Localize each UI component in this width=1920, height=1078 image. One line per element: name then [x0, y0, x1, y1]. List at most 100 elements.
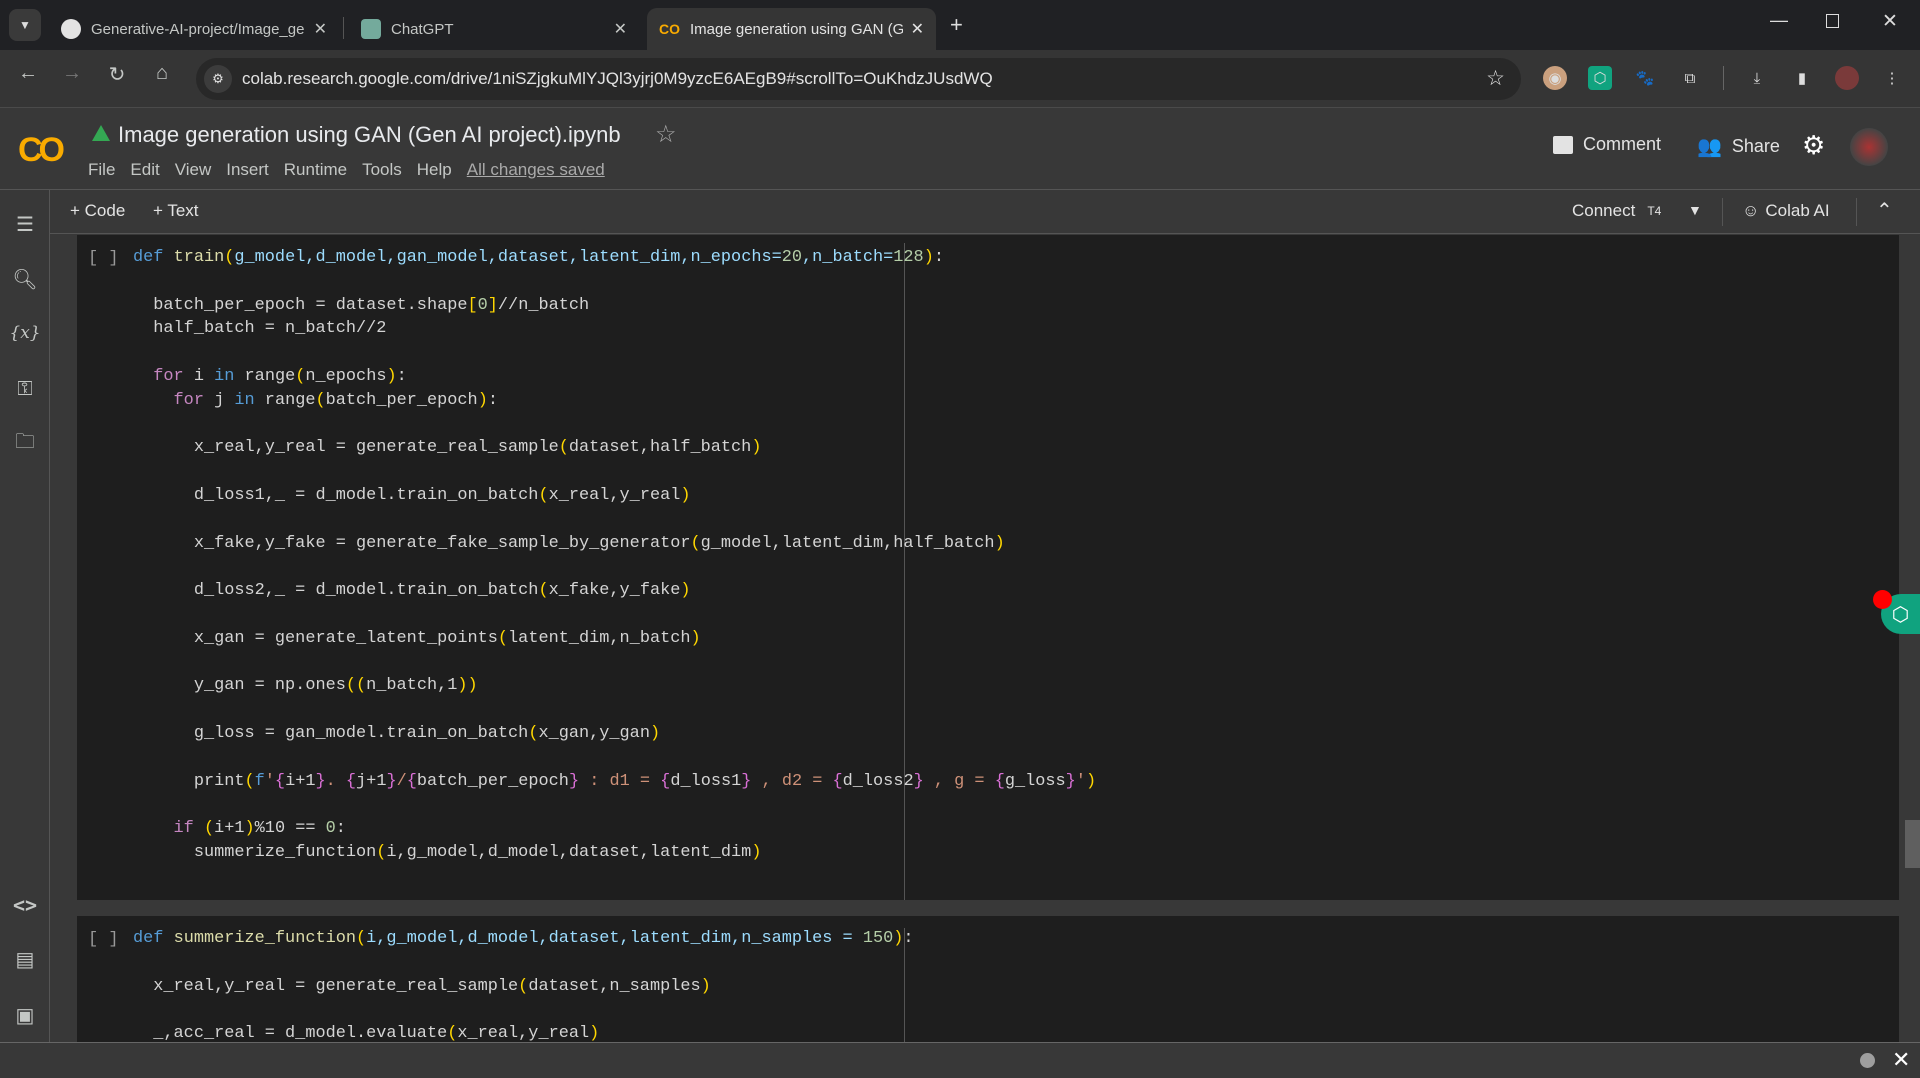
code-token: ' [264, 771, 275, 791]
code-token: 20 [781, 248, 803, 267]
tab-chatgpt[interactable]: ChatGPT ✕ [349, 8, 639, 50]
window-close-button[interactable]: ✕ [1882, 10, 1898, 33]
colab-logo[interactable]: CO [18, 131, 65, 170]
code-token: %10 == [254, 819, 326, 839]
code-token: ) [700, 976, 711, 996]
bookmark-star-icon[interactable]: ☆ [1486, 66, 1505, 91]
code-token: ) [680, 485, 691, 505]
code-token: ( [244, 771, 255, 791]
account-avatar[interactable] [1850, 128, 1888, 166]
close-icon[interactable]: ✕ [911, 19, 924, 39]
code-cell[interactable]: [ ] def train(g_model,d_model,gan_model,… [77, 235, 1899, 900]
comment-button[interactable]: Comment [1553, 134, 1661, 155]
code-token: g_loss = gan_model.train_on_batch [133, 723, 529, 743]
more-menu-icon[interactable]: ⋮ [1880, 66, 1904, 90]
code-token: dataset,n_samples [528, 976, 701, 996]
menu-runtime[interactable]: Runtime [284, 160, 347, 180]
download-icon[interactable]: ⤓ [1745, 66, 1769, 90]
back-icon[interactable]: ← [12, 62, 44, 85]
minimize-button[interactable]: — [1770, 10, 1788, 31]
forward-icon[interactable]: → [56, 62, 88, 85]
code-token: 150 [862, 929, 894, 948]
variables-icon[interactable]: {x} [9, 318, 40, 348]
code-token: ) [690, 628, 701, 648]
terminal-icon[interactable]: ▣ [10, 1000, 40, 1030]
reload-icon[interactable]: ↻ [101, 62, 133, 87]
run-cell-button[interactable]: [ ] [88, 249, 119, 268]
code-editor[interactable]: def summerize_function(i,g_model,d_model… [133, 927, 914, 1046]
files-folder-icon[interactable]: 🗀 [10, 429, 40, 459]
save-status[interactable]: All changes saved [467, 160, 605, 180]
code-editor[interactable]: def train(g_model,d_model,gan_model,data… [133, 246, 1096, 865]
connect-button[interactable]: Connect T4 [1572, 201, 1661, 221]
run-cell-button[interactable]: [ ] [88, 930, 119, 949]
secrets-key-icon[interactable]: ⚿ [10, 374, 40, 404]
code-token: for [153, 366, 184, 386]
code-line: g_loss = gan_model.train_on_batch(x_gan,… [133, 722, 1096, 746]
code-token: ( [295, 366, 306, 386]
code-token: { [832, 771, 843, 791]
code-token: ' [1075, 771, 1086, 791]
menu-help[interactable]: Help [417, 160, 452, 180]
site-settings-icon[interactable]: ⚙ [204, 65, 232, 93]
runtime-dropdown-icon[interactable]: ▼ [1688, 202, 1702, 218]
share-button[interactable]: 👥 Share [1697, 134, 1780, 159]
add-code-button[interactable]: + Code [70, 201, 125, 221]
menu-edit[interactable]: Edit [130, 160, 159, 180]
close-status-icon[interactable]: ✕ [1892, 1047, 1910, 1073]
search-icon[interactable]: 🔍︎ [10, 264, 40, 294]
add-text-button[interactable]: + Text [153, 201, 199, 221]
extension-avatar-icon[interactable]: ◉ [1543, 66, 1567, 90]
code-token: ] [487, 295, 498, 315]
paw-extension-icon[interactable]: 🐾 [1633, 66, 1657, 90]
code-token: { [274, 771, 286, 791]
code-token: g_loss [1004, 771, 1066, 791]
code-token: } [386, 771, 397, 791]
code-token: d_loss2 [842, 771, 914, 791]
restore-button[interactable] [1826, 14, 1839, 28]
url-input[interactable]: ⚙ colab.research.google.com/drive/1niSZj… [196, 58, 1521, 100]
colab-ai-button[interactable]: ☺ Colab AI [1742, 201, 1830, 221]
tab-colab[interactable]: CO Image generation using GAN (G ✕ [647, 8, 936, 50]
code-token: ) [589, 1024, 600, 1044]
profile-avatar[interactable] [1835, 66, 1859, 90]
scrollbar-thumb[interactable] [1905, 820, 1920, 868]
code-token: ,n_batch= [802, 248, 894, 267]
close-icon[interactable]: ✕ [314, 19, 327, 39]
menu-tools[interactable]: Tools [362, 160, 402, 180]
code-token: ) [1085, 771, 1097, 791]
collapse-header-icon[interactable]: ⌃ [1876, 198, 1893, 223]
code-token: in [234, 390, 255, 410]
chatgpt-extension-icon[interactable]: ⬡ [1588, 66, 1612, 90]
code-token: 128 [893, 248, 924, 267]
code-cell[interactable]: [ ] def summerize_function(i,g_model,d_m… [77, 916, 1899, 1043]
new-tab-button[interactable]: + [950, 12, 963, 38]
menu-file[interactable]: File [88, 160, 115, 180]
command-palette-icon[interactable]: ▤ [10, 944, 40, 974]
table-of-contents-icon[interactable]: ☰ [10, 209, 40, 239]
tab-github[interactable]: Generative-AI-project/Image_ge ✕ [49, 8, 339, 50]
code-snippets-icon[interactable]: <> [10, 890, 40, 920]
extensions-puzzle-icon[interactable]: ⧉ [1678, 66, 1702, 90]
code-token: : [487, 390, 498, 410]
code-token: print [133, 771, 245, 791]
close-icon[interactable]: ✕ [614, 19, 627, 39]
code-token: ) [386, 366, 397, 386]
menu-view[interactable]: View [175, 160, 212, 180]
code-token: , d2 = [751, 771, 833, 791]
menu-insert[interactable]: Insert [226, 160, 269, 180]
code-token: ) [751, 842, 762, 862]
code-token: { [345, 771, 357, 791]
settings-gear-icon[interactable]: ⚙ [1802, 130, 1825, 161]
tab-search-button[interactable]: ▼ [9, 9, 41, 41]
side-panel-icon[interactable]: ▮ [1790, 66, 1814, 90]
code-line: summerize_function(i,g_model,d_model,dat… [133, 841, 1096, 865]
star-icon[interactable]: ☆ [655, 120, 677, 149]
toolbar-divider [1856, 198, 1857, 226]
code-line: for i in range(n_epochs): [133, 365, 1096, 389]
notebook-title[interactable]: Image generation using GAN (Gen AI proje… [118, 122, 621, 148]
home-icon[interactable]: ⌂ [146, 62, 178, 85]
